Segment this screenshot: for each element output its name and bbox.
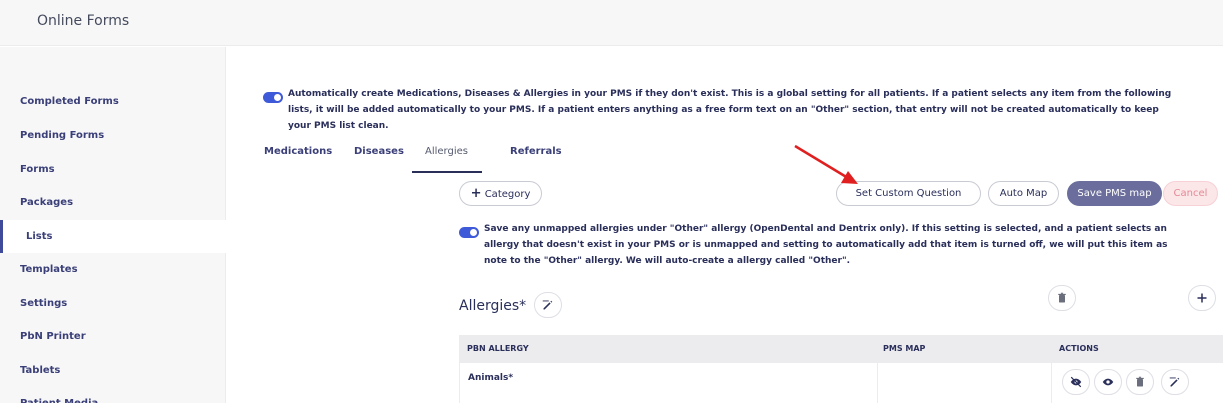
unmapped-notice-line2: allergy that doesn't exist in your PMS o… [484, 240, 1168, 250]
save-pms-map-button[interactable]: Save PMS map [1067, 181, 1162, 206]
trash-icon [1136, 376, 1144, 387]
plus-icon [1197, 293, 1207, 303]
sidebar-item-lists[interactable]: Lists [0, 220, 226, 253]
auto-create-notice-line3: your PMS list clean. [288, 121, 389, 131]
add-category-label: Category [484, 189, 531, 200]
sidebar-item-templates[interactable]: Templates [0, 253, 226, 286]
sidebar-item-patient-media[interactable]: Patient Media [0, 387, 226, 403]
edit-icon [1169, 377, 1180, 387]
header-pms-map: PMS MAP [883, 344, 926, 353]
column-divider [877, 363, 878, 403]
unmapped-other-toggle[interactable] [459, 227, 479, 238]
allergies-table: PBN ALLERGY PMS MAP ACTIONS Animals* [459, 335, 1223, 403]
sidebar-item-pending-forms[interactable]: Pending Forms [0, 119, 226, 152]
sidebar-item-packages[interactable]: Packages [0, 186, 226, 219]
auto-create-notice-line1: Automatically create Medications, Diseas… [288, 89, 1172, 99]
table-header: PBN ALLERGY PMS MAP ACTIONS [459, 335, 1223, 363]
app-title: Online Forms [37, 13, 130, 29]
set-custom-question-button[interactable]: Set Custom Question [836, 181, 981, 206]
add-category-button[interactable]: + Category [459, 181, 542, 206]
trash-icon [1058, 292, 1066, 303]
sidebar-item-pbn-printer[interactable]: PbN Printer [0, 320, 226, 353]
header-pbn-allergy: PBN ALLERGY [467, 344, 529, 353]
hide-item-button[interactable] [1062, 369, 1090, 395]
auto-create-toggle[interactable] [263, 92, 283, 103]
edit-section-button[interactable] [534, 292, 562, 318]
unmapped-notice-line3: note to the "Other" allergy. We will aut… [484, 256, 851, 266]
tab-referrals[interactable]: Referrals [510, 146, 562, 157]
cell-pbn-allergy: Animals* [468, 373, 514, 383]
unmapped-notice-line1: Save any unmapped allergies under "Other… [484, 224, 1167, 234]
edit-icon [542, 300, 553, 310]
active-tab-indicator [412, 171, 482, 173]
cancel-button[interactable]: Cancel [1163, 181, 1218, 206]
column-divider [1051, 363, 1052, 403]
auto-create-notice-line2: lists, it will be added automatically to… [288, 105, 1159, 115]
auto-create-notice: Automatically create Medications, Diseas… [288, 86, 1223, 134]
delete-section-button[interactable] [1048, 285, 1076, 311]
header-actions: ACTIONS [1059, 344, 1099, 353]
delete-item-button[interactable] [1126, 369, 1154, 395]
main-content: Automatically create Medications, Diseas… [226, 47, 1223, 403]
sidebar-item-settings[interactable]: Settings [0, 287, 226, 320]
add-item-button[interactable] [1188, 285, 1216, 311]
section-title: Allergies* [459, 298, 527, 314]
unmapped-other-notice: Save any unmapped allergies under "Other… [484, 221, 1223, 269]
plus-icon: + [470, 186, 482, 201]
tab-allergies[interactable]: Allergies [425, 146, 468, 157]
sidebar-item-tablets[interactable]: Tablets [0, 354, 226, 387]
tab-medications[interactable]: Medications [264, 146, 332, 157]
sidebar: Completed Forms Pending Forms Forms Pack… [0, 47, 226, 403]
sidebar-item-completed-forms[interactable]: Completed Forms [0, 85, 226, 118]
top-bar: Online Forms [0, 0, 1223, 46]
auto-map-button[interactable]: Auto Map [988, 181, 1059, 206]
edit-item-button[interactable] [1161, 369, 1189, 395]
eye-slash-icon [1070, 376, 1082, 388]
eye-icon [1102, 378, 1114, 386]
sidebar-item-forms[interactable]: Forms [0, 153, 226, 186]
tab-diseases[interactable]: Diseases [354, 146, 404, 157]
view-item-button[interactable] [1094, 369, 1122, 395]
